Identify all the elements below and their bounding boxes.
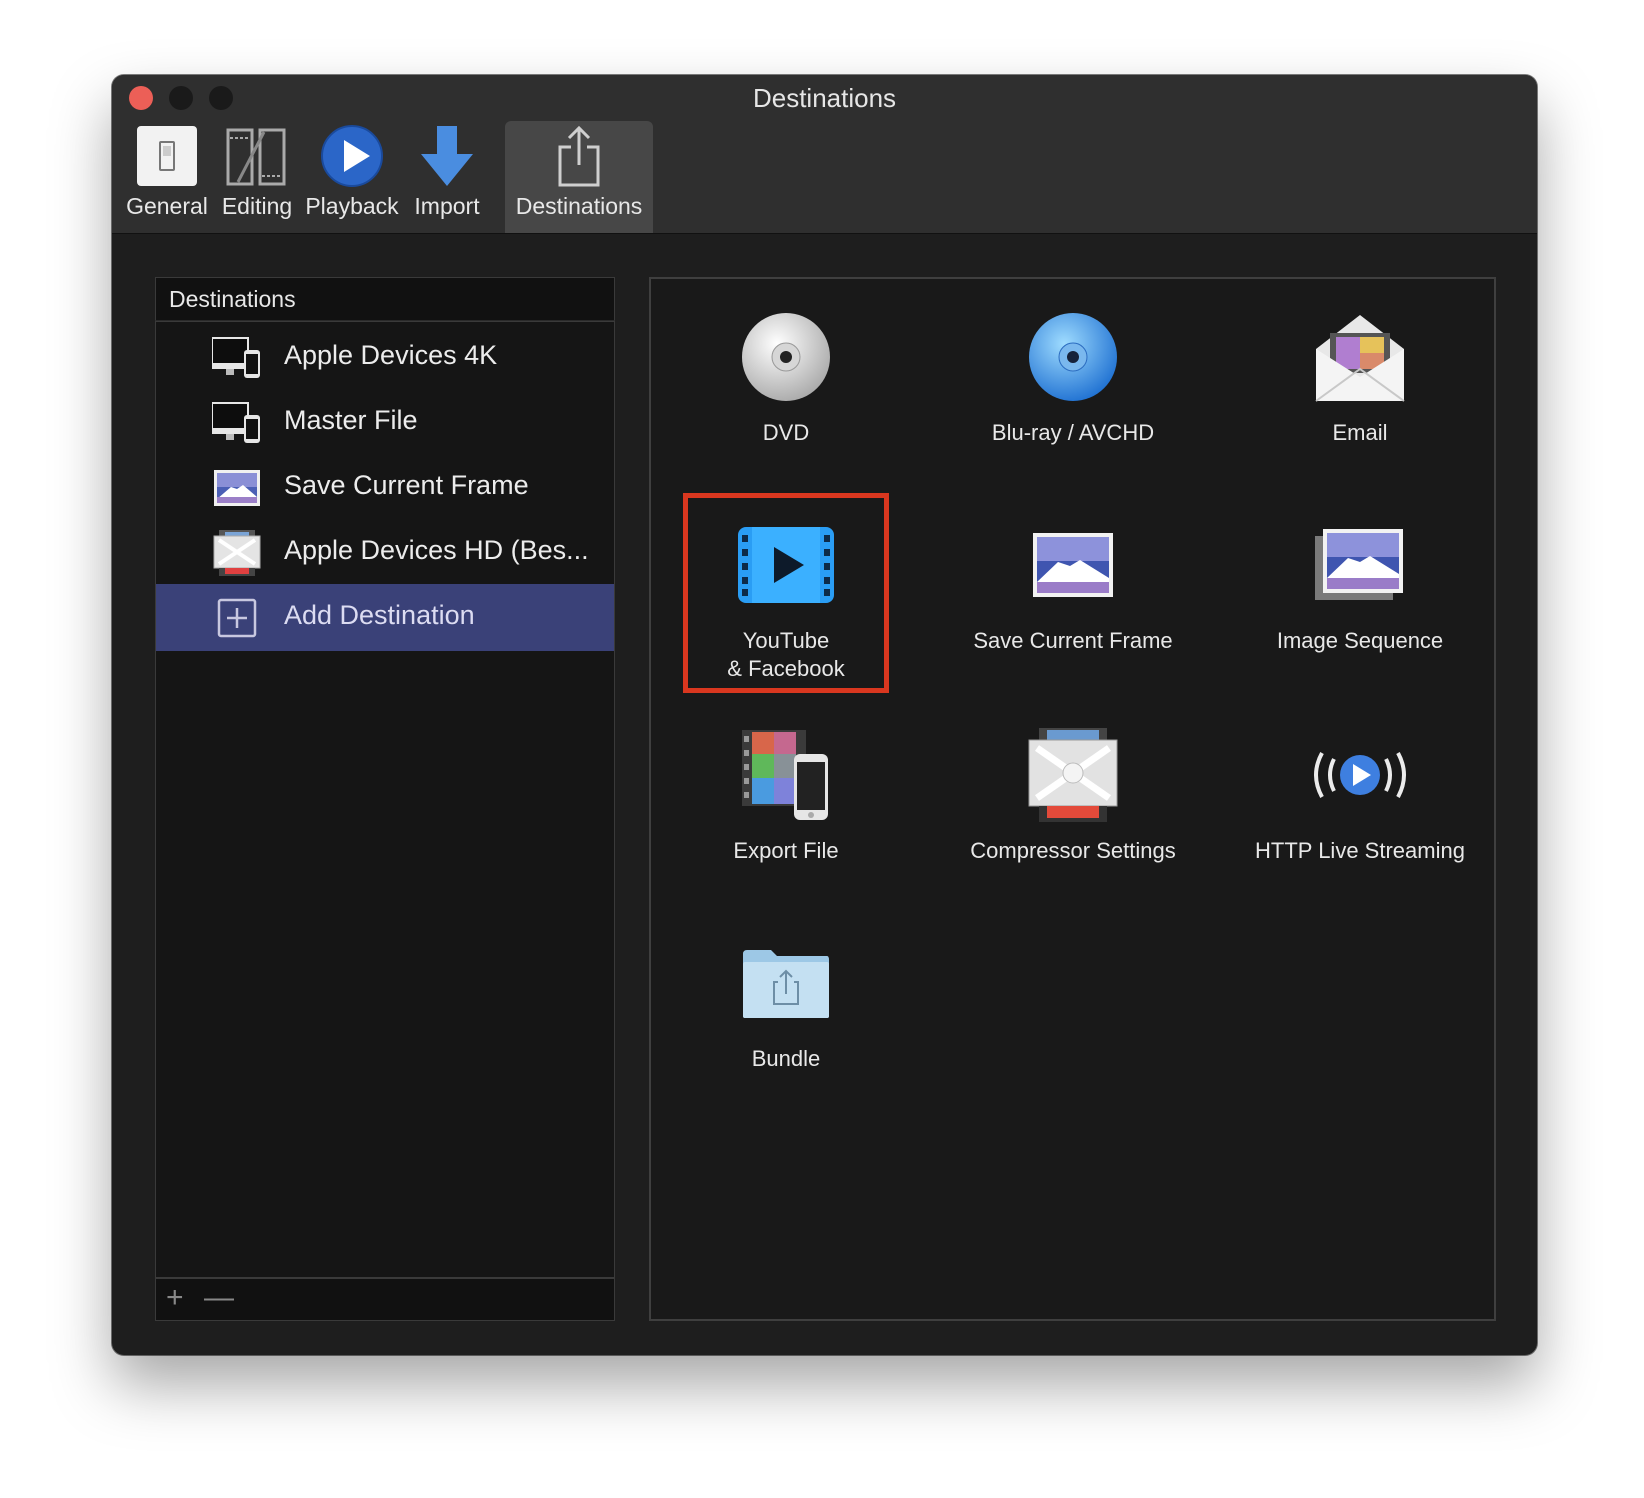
compressor-icon bbox=[1023, 725, 1123, 825]
destination-bluray[interactable]: Blu-ray / AVCHD bbox=[943, 307, 1203, 447]
list-item-label: Save Current Frame bbox=[284, 470, 529, 500]
list-item-label: Apple Devices HD (Bes... bbox=[284, 535, 589, 565]
tab-label: General bbox=[126, 193, 208, 219]
share-icon bbox=[544, 121, 614, 191]
tab-label: Import bbox=[414, 193, 480, 219]
destination-export-file[interactable]: Export File bbox=[656, 725, 916, 865]
tab-import[interactable]: Import bbox=[402, 121, 492, 233]
tab-playback[interactable]: Playback bbox=[302, 121, 402, 233]
destination-label: Email bbox=[1332, 420, 1388, 445]
tab-label: Playback bbox=[305, 193, 399, 219]
list-item-master-file[interactable]: Master File bbox=[156, 389, 614, 456]
list-item-label: Apple Devices 4K bbox=[284, 340, 498, 370]
destination-compressor-settings[interactable]: Compressor Settings bbox=[943, 725, 1203, 865]
dvd-disc-icon bbox=[736, 307, 836, 407]
list-item-apple-devices-hd[interactable]: Apple Devices HD (Bes... bbox=[156, 519, 614, 586]
apple-devices-icon bbox=[212, 400, 262, 446]
tab-destinations[interactable]: Destinations bbox=[505, 121, 653, 233]
destination-label: Compressor Settings bbox=[970, 838, 1176, 863]
destination-label-line1: YouTube bbox=[742, 628, 830, 653]
destination-types-grid: DVD Blu-ray / AVCHD Email YouTube & Face… bbox=[649, 277, 1496, 1321]
destination-save-current-frame[interactable]: Save Current Frame bbox=[943, 515, 1203, 655]
list-item-add-destination[interactable]: Add Destination bbox=[156, 584, 614, 651]
destinations-list: Apple Devices 4K Master File Save Curren… bbox=[155, 321, 615, 1278]
add-destination-button[interactable]: + bbox=[166, 1283, 184, 1313]
tab-label: Destinations bbox=[515, 193, 643, 219]
destination-label: Export File bbox=[733, 838, 839, 863]
video-play-icon bbox=[736, 515, 836, 615]
destination-label: YouTube & Facebook bbox=[727, 627, 844, 683]
tab-label: Editing bbox=[221, 193, 293, 219]
export-file-icon bbox=[736, 725, 836, 825]
mountain-image-icon bbox=[1023, 515, 1123, 615]
sidebar-header-label: Destinations bbox=[169, 286, 296, 312]
destination-label-line2: & Facebook bbox=[727, 656, 845, 681]
destination-http-live-streaming[interactable]: HTTP Live Streaming bbox=[1230, 725, 1490, 865]
destination-image-sequence[interactable]: Image Sequence bbox=[1230, 515, 1490, 655]
sidebar-header: Destinations bbox=[155, 277, 615, 321]
preferences-window: Destinations General Editing Playback Im… bbox=[112, 75, 1537, 1355]
list-item-label: Master File bbox=[284, 405, 418, 435]
playback-play-icon bbox=[317, 121, 387, 191]
image-stack-icon bbox=[1310, 515, 1410, 615]
import-arrow-icon bbox=[412, 121, 482, 191]
mountain-image-icon bbox=[212, 465, 262, 511]
destination-bundle[interactable]: Bundle bbox=[656, 933, 916, 1073]
apple-devices-icon bbox=[212, 335, 262, 381]
list-item-save-current-frame[interactable]: Save Current Frame bbox=[156, 454, 614, 521]
bluray-disc-icon bbox=[1023, 307, 1123, 407]
list-item-apple-devices-4k[interactable]: Apple Devices 4K bbox=[156, 324, 614, 391]
destination-label: HTTP Live Streaming bbox=[1255, 838, 1465, 863]
compressor-icon bbox=[212, 530, 262, 576]
destination-email[interactable]: Email bbox=[1230, 307, 1490, 447]
editing-film-icon bbox=[222, 121, 292, 191]
window-title: Destinations bbox=[752, 83, 897, 113]
destination-dvd[interactable]: DVD bbox=[656, 307, 916, 447]
general-switch-icon bbox=[132, 121, 202, 191]
destination-label: Save Current Frame bbox=[973, 628, 1173, 653]
remove-destination-button[interactable]: — bbox=[204, 1283, 234, 1313]
plus-box-icon bbox=[212, 595, 262, 641]
broadcast-icon bbox=[1310, 725, 1410, 825]
sidebar-footer: + — bbox=[155, 1278, 615, 1321]
email-envelope-icon bbox=[1310, 307, 1410, 407]
destination-youtube-facebook[interactable]: YouTube & Facebook bbox=[656, 515, 916, 683]
destination-label: Blu-ray / AVCHD bbox=[991, 420, 1155, 445]
tab-editing[interactable]: Editing bbox=[212, 121, 302, 233]
tab-general[interactable]: General bbox=[122, 121, 212, 233]
destination-label: DVD bbox=[762, 420, 810, 445]
list-item-label: Add Destination bbox=[284, 600, 475, 630]
bundle-folder-icon bbox=[736, 933, 836, 1033]
destination-label: Bundle bbox=[751, 1046, 821, 1071]
destination-label: Image Sequence bbox=[1276, 628, 1444, 653]
titlebar: Destinations General Editing Playback Im… bbox=[112, 75, 1537, 234]
